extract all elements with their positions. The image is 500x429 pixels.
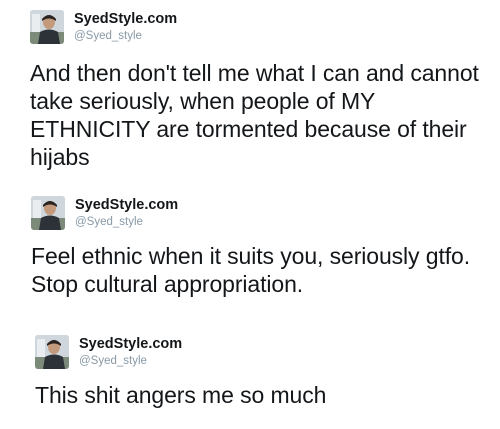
tweet-text: This shit angers me so much xyxy=(35,382,327,408)
profile-photo-icon xyxy=(31,196,65,230)
tweet-text: Feel ethnic when it suits you, seriously… xyxy=(31,243,471,297)
tweet: SyedStyle.com @Syed_style Feel ethnic wh… xyxy=(31,196,491,298)
tweet-header: SyedStyle.com @Syed_style xyxy=(31,196,491,230)
user-handle[interactable]: @Syed_style xyxy=(75,216,178,229)
user-handle[interactable]: @Syed_style xyxy=(79,355,182,368)
avatar[interactable] xyxy=(30,10,64,44)
avatar[interactable] xyxy=(35,335,69,369)
user-handle[interactable]: @Syed_style xyxy=(74,30,177,43)
tweet: SyedStyle.com @Syed_style And then don't… xyxy=(30,10,490,171)
display-name[interactable]: SyedStyle.com xyxy=(75,198,178,213)
tweet-text: And then don't tell me what I can and ca… xyxy=(30,60,479,170)
profile-photo-icon xyxy=(35,335,69,369)
tweet-header: SyedStyle.com @Syed_style xyxy=(35,335,495,369)
tweet: SyedStyle.com @Syed_style This shit ange… xyxy=(35,335,495,409)
display-name[interactable]: SyedStyle.com xyxy=(74,12,177,27)
display-name[interactable]: SyedStyle.com xyxy=(79,337,182,352)
profile-photo-icon xyxy=(30,10,64,44)
avatar[interactable] xyxy=(31,196,65,230)
tweet-header: SyedStyle.com @Syed_style xyxy=(30,10,490,44)
